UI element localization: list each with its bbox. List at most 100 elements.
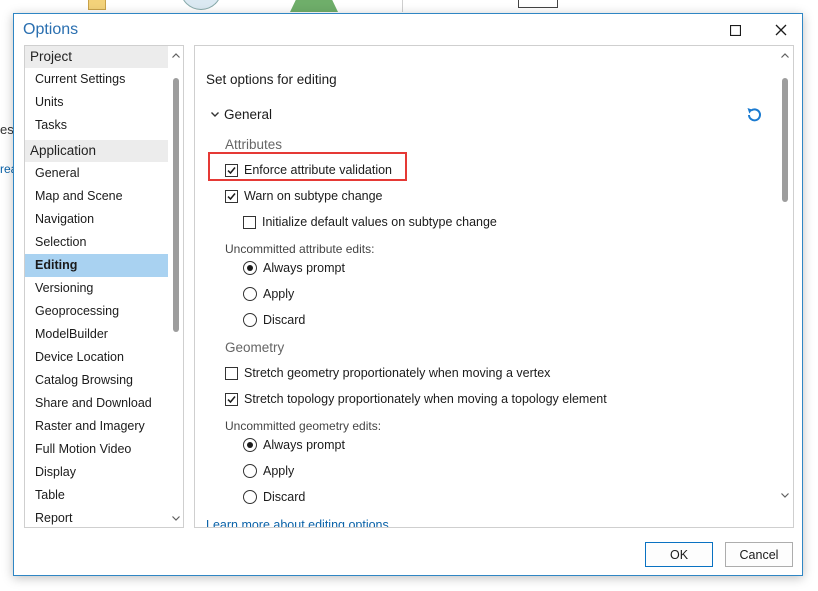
- background-icon-folder: [88, 0, 106, 10]
- content-scroll-up-button[interactable]: [778, 48, 792, 62]
- nav-scroll-down-button[interactable]: [169, 511, 183, 525]
- radio-selected-dot: [247, 265, 253, 271]
- warn-subtype-change-option[interactable]: Warn on subtype change: [225, 189, 383, 203]
- uncommitted-attribute-edits-label: Uncommitted attribute edits:: [225, 242, 375, 256]
- nav-list: Project Current Settings Units Tasks App…: [25, 46, 168, 527]
- radio-selected-dot: [247, 442, 253, 448]
- cancel-button[interactable]: Cancel: [725, 542, 793, 567]
- nav-item-modelbuilder[interactable]: ModelBuilder: [25, 323, 168, 346]
- geom-radio-discard-label: Discard: [263, 490, 306, 504]
- maximize-button[interactable]: [712, 14, 758, 46]
- attr-radio-always-prompt[interactable]: Always prompt: [243, 261, 345, 275]
- nav-item-device-location[interactable]: Device Location: [25, 346, 168, 369]
- initialize-defaults-checkbox[interactable]: [243, 215, 256, 229]
- chevron-down-icon: [172, 515, 180, 521]
- checkmark-icon: [227, 395, 236, 403]
- geom-radio-apply-button[interactable]: [243, 464, 257, 478]
- checkmark-icon: [227, 166, 236, 174]
- options-dialog: Options Project Current Settings Units T…: [13, 13, 803, 576]
- nav-item-full-motion-video[interactable]: Full Motion Video: [25, 438, 168, 461]
- reset-button[interactable]: [744, 105, 764, 128]
- nav-item-tasks[interactable]: Tasks: [25, 114, 168, 137]
- background-icon-building: [290, 0, 338, 12]
- nav-group-project: Project: [25, 46, 168, 68]
- options-nav: Project Current Settings Units Tasks App…: [24, 45, 184, 528]
- attr-radio-apply-button[interactable]: [243, 287, 257, 301]
- background-divider: [402, 0, 403, 12]
- content-scrollbar[interactable]: [777, 46, 793, 504]
- stretch-topology-checkbox[interactable]: [225, 392, 238, 406]
- stretch-vertex-option[interactable]: Stretch geometry proportionately when mo…: [225, 366, 550, 380]
- warn-subtype-change-checkbox[interactable]: [225, 189, 238, 203]
- checkmark-icon: [227, 192, 236, 200]
- stretch-vertex-label: Stretch geometry proportionately when mo…: [244, 366, 551, 380]
- nav-item-share-and-download[interactable]: Share and Download: [25, 392, 168, 415]
- section-general-toggle[interactable]: General: [211, 107, 272, 122]
- content-title: Set options for editing: [206, 72, 337, 87]
- geom-radio-apply-label: Apply: [263, 464, 295, 478]
- chevron-down-icon: [781, 492, 789, 498]
- enforce-attribute-validation-checkbox[interactable]: [225, 163, 238, 177]
- nav-item-table[interactable]: Table: [25, 484, 168, 507]
- nav-item-map-and-scene[interactable]: Map and Scene: [25, 185, 168, 208]
- nav-item-current-settings[interactable]: Current Settings: [25, 68, 168, 91]
- chevron-up-icon: [781, 52, 789, 58]
- geom-radio-always-prompt[interactable]: Always prompt: [243, 438, 345, 452]
- nav-item-display[interactable]: Display: [25, 461, 168, 484]
- attr-radio-discard-button[interactable]: [243, 313, 257, 327]
- nav-scroll-thumb[interactable]: [173, 78, 179, 332]
- maximize-icon: [729, 24, 741, 36]
- attr-radio-discard-label: Discard: [263, 313, 306, 327]
- geom-radio-apply[interactable]: Apply: [243, 464, 294, 478]
- geom-radio-always-prompt-label: Always prompt: [263, 438, 345, 452]
- section-general-label: General: [224, 107, 273, 122]
- nav-item-catalog-browsing[interactable]: Catalog Browsing: [25, 369, 168, 392]
- attr-radio-discard[interactable]: Discard: [243, 313, 305, 327]
- nav-item-raster-and-imagery[interactable]: Raster and Imagery: [25, 415, 168, 438]
- background-partial-text: es: [0, 122, 14, 137]
- stretch-topology-label: Stretch topology proportionately when mo…: [244, 392, 607, 406]
- geom-radio-discard[interactable]: Discard: [243, 490, 305, 504]
- chevron-down-icon: [211, 112, 219, 117]
- geom-radio-always-prompt-button[interactable]: [243, 438, 257, 452]
- geometry-heading: Geometry: [225, 340, 285, 355]
- nav-item-selection[interactable]: Selection: [25, 231, 168, 254]
- attr-radio-apply[interactable]: Apply: [243, 287, 294, 301]
- close-icon: [775, 24, 787, 36]
- initialize-defaults-option[interactable]: Initialize default values on subtype cha…: [243, 215, 497, 229]
- learn-more-link[interactable]: Learn more about editing options: [206, 518, 389, 527]
- attr-radio-apply-label: Apply: [263, 287, 295, 301]
- nav-item-geoprocessing[interactable]: Geoprocessing: [25, 300, 168, 323]
- enforce-attribute-validation-label: Enforce attribute validation: [244, 163, 393, 177]
- stretch-vertex-checkbox[interactable]: [225, 366, 238, 380]
- reset-icon: [747, 108, 761, 122]
- nav-item-general[interactable]: General: [25, 162, 168, 185]
- nav-item-units[interactable]: Units: [25, 91, 168, 114]
- initialize-defaults-label: Initialize default values on subtype cha…: [262, 215, 497, 229]
- dialog-title: Options: [23, 21, 79, 38]
- editing-options-panel: Set options for editing General Attribut…: [194, 45, 794, 528]
- attr-radio-always-prompt-label: Always prompt: [263, 261, 345, 275]
- enforce-attribute-validation-option[interactable]: Enforce attribute validation: [225, 163, 392, 177]
- uncommitted-geometry-edits-label: Uncommitted geometry edits:: [225, 419, 382, 433]
- nav-item-navigation[interactable]: Navigation: [25, 208, 168, 231]
- chevron-up-icon: [172, 52, 180, 58]
- nav-scroll-up-button[interactable]: [169, 48, 183, 62]
- background-icon-page: [518, 0, 558, 8]
- content-scroll-down-button[interactable]: [778, 488, 792, 502]
- nav-item-editing[interactable]: Editing: [25, 254, 168, 277]
- attr-radio-always-prompt-button[interactable]: [243, 261, 257, 275]
- warn-subtype-change-label: Warn on subtype change: [244, 189, 383, 203]
- nav-item-versioning[interactable]: Versioning: [25, 277, 168, 300]
- nav-group-application: Application: [25, 140, 168, 162]
- nav-scrollbar[interactable]: [169, 46, 183, 527]
- nav-item-report[interactable]: Report: [25, 507, 168, 527]
- ok-button[interactable]: OK: [645, 542, 713, 567]
- attributes-heading: Attributes: [225, 137, 283, 152]
- close-button[interactable]: [758, 14, 804, 46]
- stretch-topology-option[interactable]: Stretch topology proportionately when mo…: [225, 392, 607, 406]
- geom-radio-discard-button[interactable]: [243, 490, 257, 504]
- content-scroll-thumb[interactable]: [782, 78, 788, 202]
- title-bar: Options: [14, 14, 802, 46]
- background-icon-globe: [180, 0, 222, 10]
